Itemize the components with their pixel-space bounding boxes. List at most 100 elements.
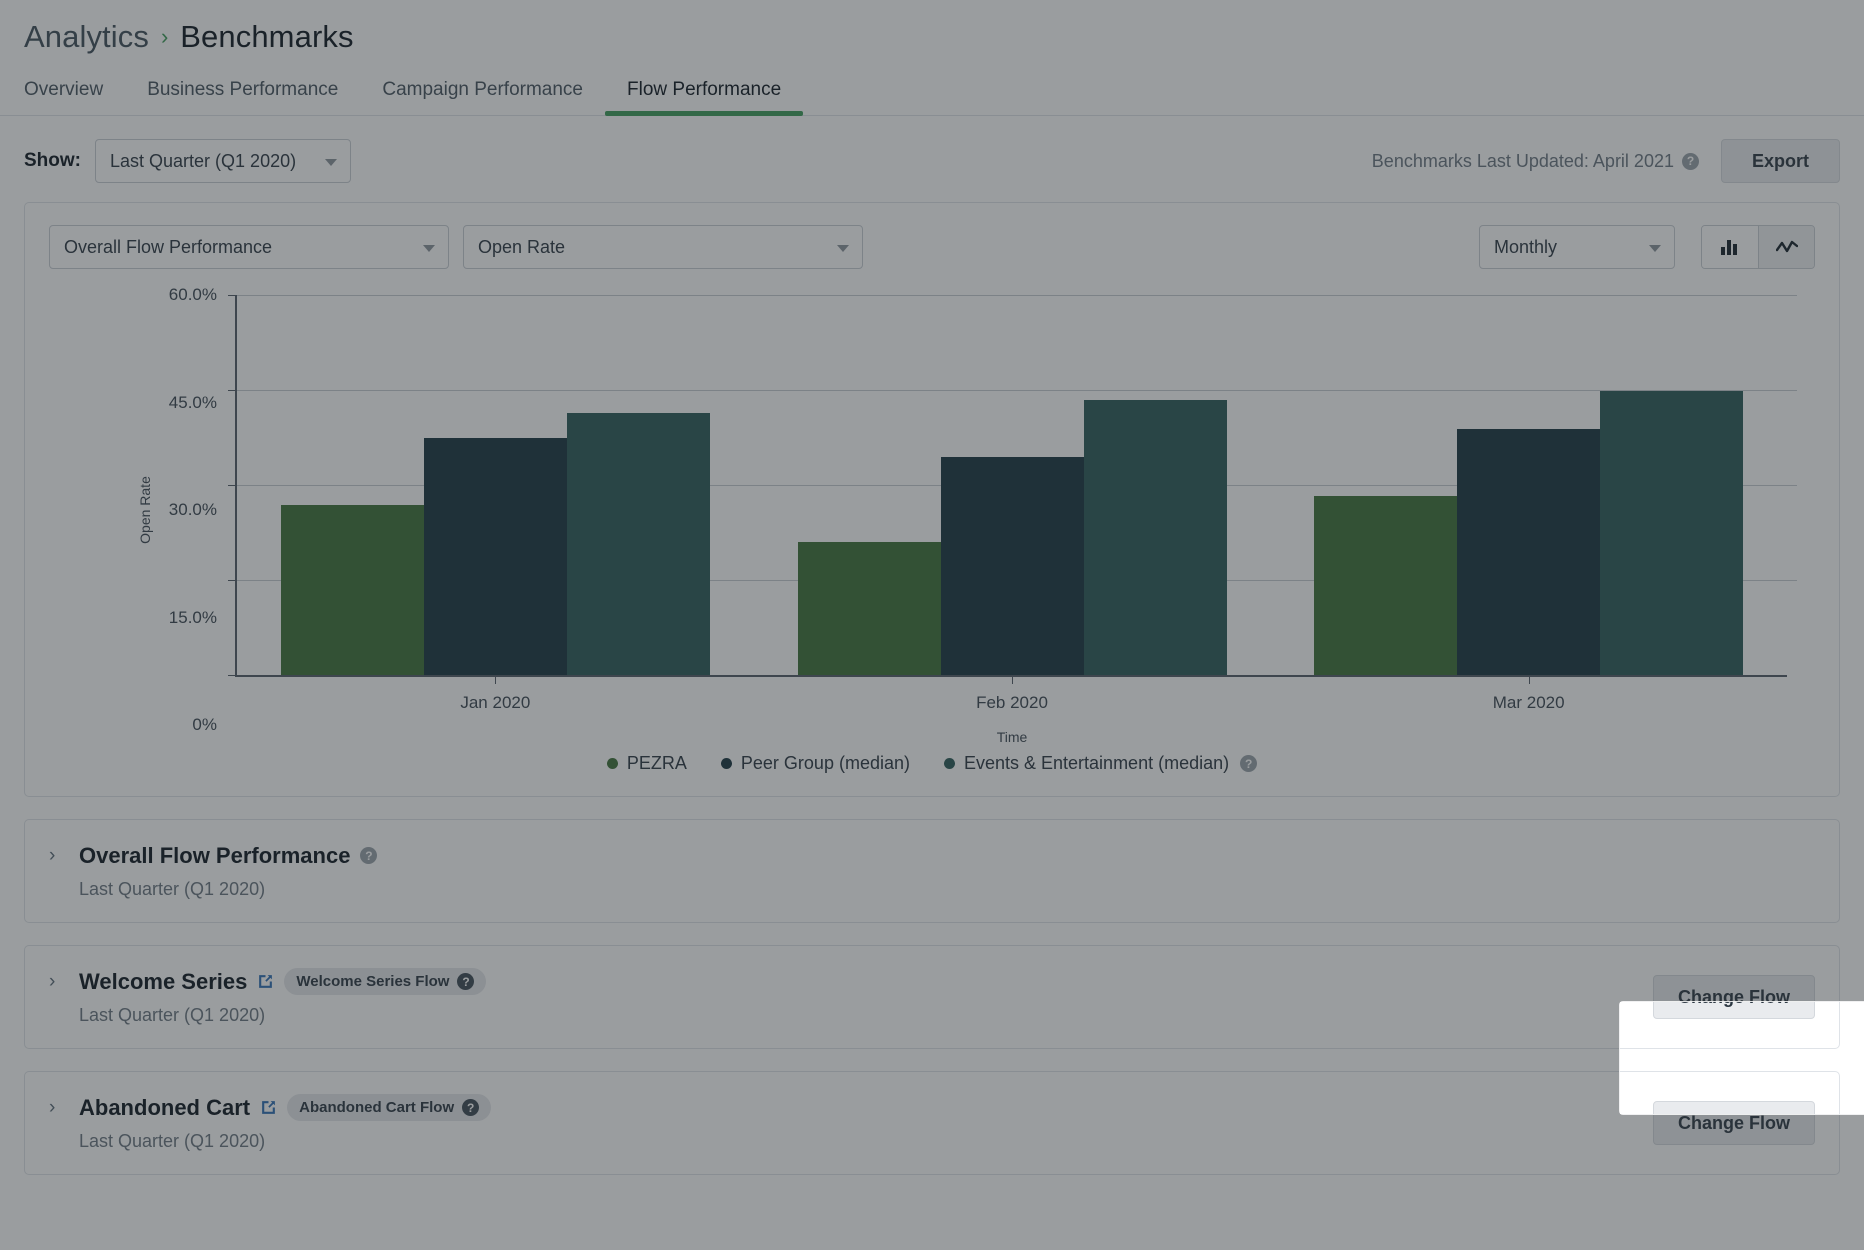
question-circle-icon[interactable]: ? <box>1682 153 1699 170</box>
bar-groups: Jan 2020Feb 2020Mar 2020 <box>237 295 1787 675</box>
flow-type-pill-label: Welcome Series Flow <box>296 973 449 990</box>
breadcrumb-parent[interactable]: Analytics <box>24 21 149 52</box>
bar-chart-view-button[interactable] <box>1702 226 1758 268</box>
legend-color-dot <box>944 758 955 769</box>
flow-select[interactable]: Overall Flow Performance <box>49 225 449 269</box>
legend-item[interactable]: Peer Group (median) <box>721 753 910 774</box>
chevron-down-icon <box>1649 245 1661 252</box>
flow-select-value: Overall Flow Performance <box>64 237 272 258</box>
legend-label: Events & Entertainment (median) <box>964 753 1229 774</box>
tab-flow-performance[interactable]: Flow Performance <box>605 80 803 115</box>
y-tickmark <box>228 390 237 391</box>
metric-select[interactable]: Open Rate <box>463 225 863 269</box>
chart-bar[interactable] <box>1084 400 1227 676</box>
x-tick-label: Feb 2020 <box>976 693 1048 713</box>
expand-chevron-icon[interactable]: › <box>49 1098 69 1117</box>
legend-item[interactable]: PEZRA <box>607 753 687 774</box>
tab-campaign-performance[interactable]: Campaign Performance <box>360 80 605 115</box>
chart-bar[interactable] <box>1600 391 1743 675</box>
y-tickmark <box>228 485 237 486</box>
benchmarks-last-updated: Benchmarks Last Updated: April 2021 ? <box>1372 151 1699 172</box>
question-circle-icon[interactable]: ? <box>457 973 474 990</box>
flow-card-body: › Overall Flow Performance ? Last Quarte… <box>49 843 1815 900</box>
legend-item[interactable]: Events & Entertainment (median)? <box>944 753 1257 774</box>
flow-card-overall: › Overall Flow Performance ? Last Quarte… <box>24 819 1840 923</box>
bar-group: Mar 2020 <box>1270 295 1787 675</box>
x-tick-label: Jan 2020 <box>460 693 530 713</box>
bar-chart-icon <box>1720 238 1740 256</box>
chart-bar[interactable] <box>1314 496 1457 675</box>
flow-title: Overall Flow Performance <box>79 843 350 869</box>
flow-title: Abandoned Cart <box>79 1095 250 1121</box>
y-tick-label: 15.0% <box>169 608 217 628</box>
benchmarks-last-updated-text: Benchmarks Last Updated: April 2021 <box>1372 151 1674 172</box>
page-toolbar: Show: Last Quarter (Q1 2020) Benchmarks … <box>0 116 1864 202</box>
chart-controls: Overall Flow Performance Open Rate Month… <box>49 225 1815 269</box>
flow-title-row: › Overall Flow Performance ? <box>49 843 1815 869</box>
tab-bar: Overview Business Performance Campaign P… <box>0 58 1864 116</box>
chart-card: Overall Flow Performance Open Rate Month… <box>24 202 1840 797</box>
flow-type-pill-label: Abandoned Cart Flow <box>299 1099 454 1116</box>
bar-group: Jan 2020 <box>237 295 754 675</box>
y-tick-label: 0% <box>192 715 217 735</box>
page-root: Analytics › Benchmarks Overview Business… <box>0 0 1864 1250</box>
flow-subtitle: Last Quarter (Q1 2020) <box>79 1131 1653 1152</box>
question-circle-icon[interactable]: ? <box>360 847 377 864</box>
chart-type-toggle <box>1701 225 1815 269</box>
bar-group: Feb 2020 <box>754 295 1271 675</box>
flow-subtitle: Last Quarter (Q1 2020) <box>79 1005 1653 1026</box>
period-select[interactable]: Last Quarter (Q1 2020) <box>95 139 351 183</box>
expand-chevron-icon[interactable]: › <box>49 846 69 865</box>
chart-bar[interactable] <box>941 457 1084 676</box>
export-button[interactable]: Export <box>1721 139 1840 183</box>
flow-title-row: › Abandoned Cart Abandoned Cart Flow ? <box>49 1094 1653 1121</box>
legend-label: PEZRA <box>627 753 687 774</box>
tab-business-performance[interactable]: Business Performance <box>125 80 360 115</box>
chart-bar[interactable] <box>798 542 941 675</box>
x-tickmark <box>1012 675 1013 684</box>
interval-select-value: Monthly <box>1494 237 1557 258</box>
flow-card-body: › Welcome Series Welcome Series Flow ? L… <box>49 968 1653 1026</box>
legend-color-dot <box>607 758 618 769</box>
legend-color-dot <box>721 758 732 769</box>
y-tick-label: 60.0% <box>169 285 217 305</box>
change-flow-button[interactable]: Change Flow <box>1653 1101 1815 1145</box>
question-circle-icon[interactable]: ? <box>462 1099 479 1116</box>
y-tickmark <box>228 580 237 581</box>
line-chart-icon <box>1776 239 1798 255</box>
interval-select[interactable]: Monthly <box>1479 225 1675 269</box>
question-circle-icon[interactable]: ? <box>1240 755 1257 772</box>
show-label: Show: <box>24 150 81 172</box>
x-axis-title: Time <box>997 729 1028 745</box>
flow-card-welcome-series: › Welcome Series Welcome Series Flow ? L… <box>24 945 1840 1049</box>
flow-title-row: › Welcome Series Welcome Series Flow ? <box>49 968 1653 995</box>
y-tick-label: 30.0% <box>169 500 217 520</box>
chevron-down-icon <box>837 245 849 252</box>
chart-bar[interactable] <box>424 438 567 676</box>
tab-overview[interactable]: Overview <box>24 80 125 115</box>
y-axis-ticks: 60.0% 45.0% 30.0% 15.0% 0% <box>127 295 217 725</box>
chart-plot-area: Open Rate 60.0% 45.0% 30.0% 15.0% 0% Jan… <box>49 295 1815 725</box>
flow-card-abandoned-cart: › Abandoned Cart Abandoned Cart Flow ? L… <box>24 1071 1840 1175</box>
x-tickmark <box>1529 675 1530 684</box>
chart-bar[interactable] <box>567 413 710 675</box>
flow-card-body: › Abandoned Cart Abandoned Cart Flow ? L… <box>49 1094 1653 1152</box>
external-link-icon[interactable] <box>260 1099 277 1116</box>
chart-bar[interactable] <box>281 505 424 675</box>
change-flow-button[interactable]: Change Flow <box>1653 975 1815 1019</box>
metric-select-value: Open Rate <box>478 237 565 258</box>
period-select-value: Last Quarter (Q1 2020) <box>110 151 296 172</box>
y-tickmark <box>228 295 237 296</box>
expand-chevron-icon[interactable]: › <box>49 972 69 991</box>
page-title: Benchmarks <box>180 21 353 52</box>
chevron-down-icon <box>325 159 337 166</box>
plot-canvas: Jan 2020Feb 2020Mar 2020 Time <box>235 295 1787 677</box>
flow-type-pill: Abandoned Cart Flow ? <box>287 1094 491 1121</box>
flow-subtitle: Last Quarter (Q1 2020) <box>79 879 1815 900</box>
y-tickmark <box>228 675 237 676</box>
line-chart-view-button[interactable] <box>1758 226 1814 268</box>
chart-legend: PEZRA Peer Group (median) Events & Enterta… <box>49 753 1815 774</box>
legend-label: Peer Group (median) <box>741 753 910 774</box>
chart-bar[interactable] <box>1457 429 1600 675</box>
external-link-icon[interactable] <box>257 973 274 990</box>
